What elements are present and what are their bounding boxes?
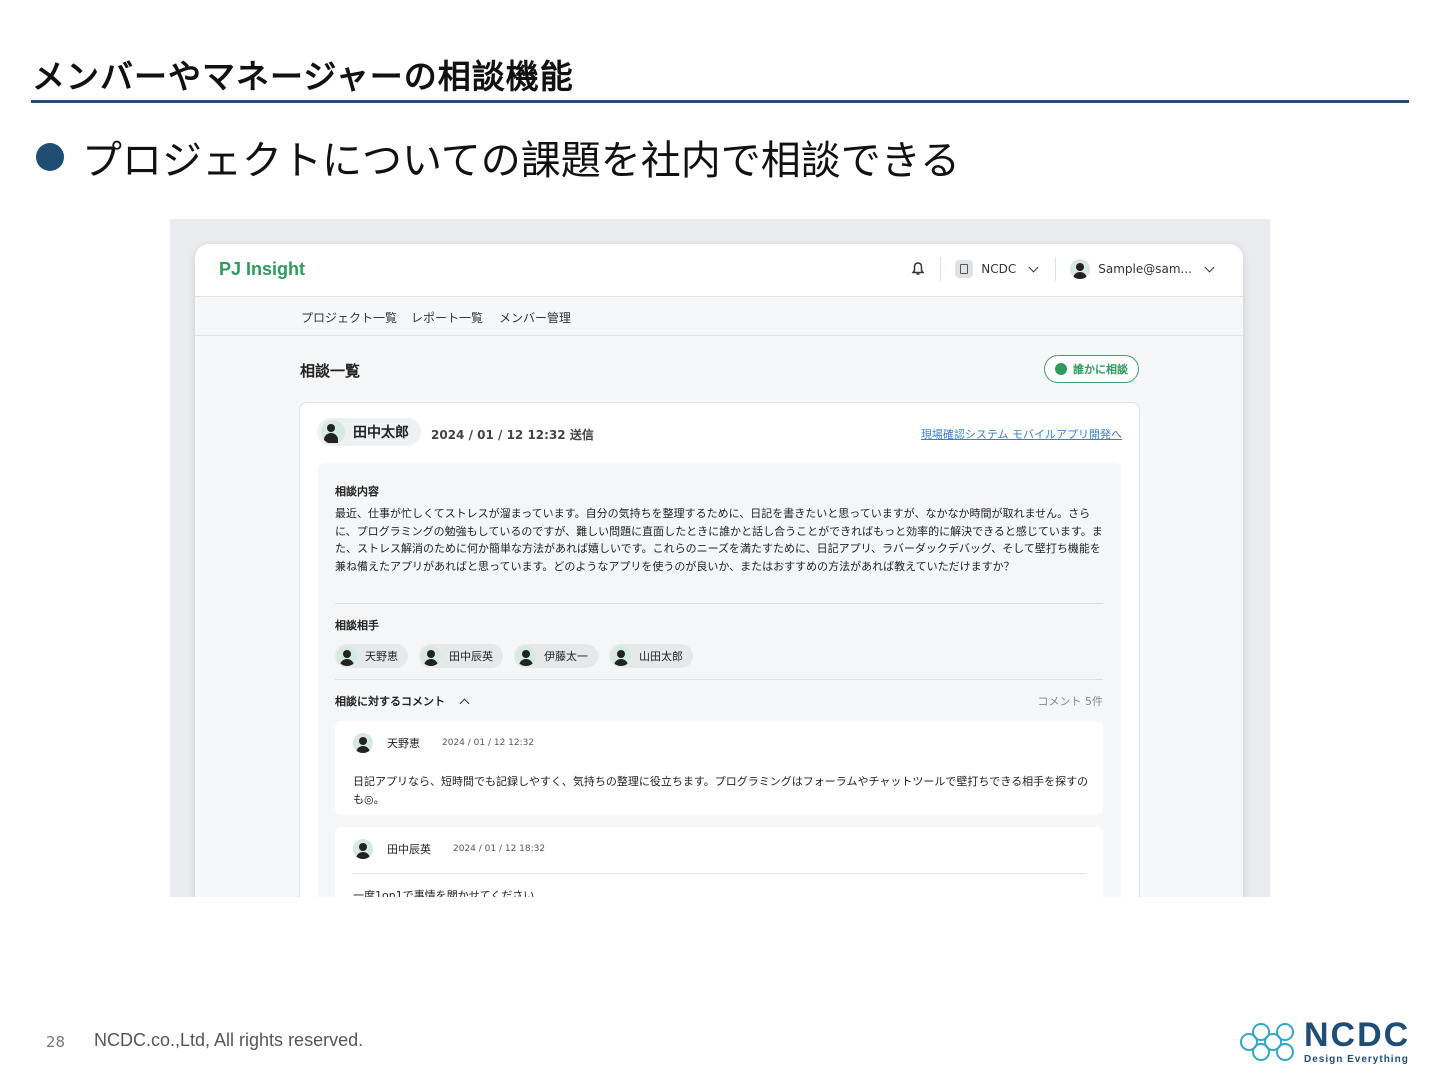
- comment-date: 2024 / 01 / 12 18:32: [453, 844, 546, 854]
- comment-item: 天野恵 2024 / 01 / 12 12:32 日記アプリなら、短時間でも記録…: [335, 721, 1103, 815]
- app-header: PJ Insight NCDC Sample@sam...: [195, 244, 1243, 297]
- page-number: 28: [46, 1033, 66, 1051]
- user-chevron-down-icon[interactable]: [1204, 262, 1215, 272]
- partner-chip[interactable]: 田中辰英: [419, 644, 503, 668]
- header-divider: [940, 257, 942, 281]
- brand-name: NCDC: [1304, 1016, 1411, 1054]
- sub-navigation: プロジェクト一覧 レポート一覧 メンバー管理: [195, 297, 1243, 336]
- app-window: PJ Insight NCDC Sample@sam... プロジェクト一覧 レ…: [195, 244, 1243, 897]
- consult-someone-button[interactable]: 誰かに相談: [1044, 355, 1139, 383]
- avatar: [353, 733, 373, 753]
- avatar: [337, 646, 357, 666]
- ncdc-logo-icon: [1238, 1021, 1296, 1063]
- bullet-line: プロジェクトについての課題を社内で相談できる: [36, 128, 960, 186]
- nav-item-members[interactable]: メンバー管理: [499, 309, 571, 326]
- author-chip: 田中太郎: [317, 418, 421, 446]
- comment-text: 一度1on1で事情を聞かせてください: [353, 889, 535, 897]
- bullet-text: プロジェクトについての課題を社内で相談できる: [82, 138, 960, 184]
- partner-name: 田中辰英: [449, 650, 493, 663]
- content-label: 相談内容: [335, 485, 379, 498]
- partner-chip[interactable]: 山田太郎: [609, 644, 693, 668]
- comment-text: 日記アプリなら、短時間でも記録しやすく、気持ちの整理に役立ちます。プログラミング…: [353, 775, 1089, 806]
- consultation-card: 田中太郎 2024 / 01 / 12 12:32 送信 現場確認システム モバ…: [299, 402, 1140, 897]
- org-name[interactable]: NCDC: [981, 262, 1016, 276]
- header-actions: NCDC Sample@sam...: [910, 257, 1217, 281]
- user-email[interactable]: Sample@sam...: [1098, 262, 1192, 276]
- avatar: [421, 646, 441, 666]
- author-name: 田中太郎: [353, 425, 409, 441]
- user-avatar: [1070, 259, 1091, 279]
- header-divider: [1055, 257, 1057, 281]
- app-logo[interactable]: PJ Insight: [219, 259, 305, 280]
- project-link[interactable]: 現場確認システム モバイルアプリ開発へ: [921, 426, 1122, 442]
- comments-toggle[interactable]: 相談に対するコメント: [335, 693, 470, 709]
- nav-item-reports[interactable]: レポート一覧: [411, 309, 483, 326]
- person-voice-icon: [1055, 363, 1067, 375]
- sent-timestamp: 2024 / 01 / 12 12:32 送信: [431, 428, 594, 442]
- partner-chip[interactable]: 伊藤太一: [514, 644, 598, 668]
- nav-item-projects[interactable]: プロジェクト一覧: [301, 309, 397, 326]
- divider: [335, 679, 1103, 680]
- consultation-body: 相談内容 最近、仕事が忙しくてストレスが溜まっています。自分の気持ちを整理するた…: [318, 463, 1121, 897]
- building-icon: [955, 260, 974, 278]
- comment-count: コメント 5件: [1037, 695, 1104, 708]
- comment-header: 天野恵 2024 / 01 / 12 12:32: [353, 733, 534, 753]
- page-title: 相談一覧: [300, 362, 361, 380]
- divider: [335, 603, 1103, 604]
- avatar: [353, 839, 373, 859]
- partner-name: 伊藤太一: [544, 650, 588, 663]
- copyright: NCDC.co.,Ltd, All rights reserved.: [94, 1030, 364, 1050]
- bell-icon[interactable]: [910, 261, 926, 277]
- comment-author: 天野恵: [387, 737, 420, 750]
- brand-logo: NCDC Design Everything: [1238, 1018, 1410, 1065]
- comment-date: 2024 / 01 / 12 12:32: [442, 738, 535, 748]
- chevron-up-icon[interactable]: [459, 698, 470, 708]
- avatar: [516, 646, 536, 666]
- comment-item: 田中辰英 2024 / 01 / 12 18:32 一度1on1で事情を聞かせて…: [335, 827, 1103, 897]
- slide-title: メンバーやマネージャーの相談機能: [32, 57, 574, 96]
- comment-divider: [352, 873, 1086, 874]
- avatar: [321, 420, 345, 444]
- brand-tagline: Design Everything: [1304, 1054, 1409, 1065]
- consult-button-label: 誰かに相談: [1073, 363, 1128, 376]
- partner-name: 天野恵: [365, 650, 398, 663]
- comments-label: 相談に対するコメント: [335, 695, 445, 708]
- partner-chip[interactable]: 天野恵: [335, 644, 408, 668]
- app-screenshot: PJ Insight NCDC Sample@sam... プロジェクト一覧 レ…: [170, 219, 1270, 897]
- bullet-dot-icon: [36, 143, 64, 171]
- partner-list: 天野恵 田中辰英 伊藤太一 山田太郎: [335, 644, 704, 668]
- comment-header: 田中辰英 2024 / 01 / 12 18:32: [353, 839, 545, 859]
- content-text: 最近、仕事が忙しくてストレスが溜まっています。自分の気持ちを整理するために、日記…: [335, 507, 1103, 573]
- comment-author: 田中辰英: [387, 843, 431, 856]
- title-rule: [31, 100, 1409, 103]
- org-chevron-down-icon[interactable]: [1028, 262, 1039, 272]
- partner-name: 山田太郎: [639, 650, 683, 663]
- avatar: [611, 646, 631, 666]
- partners-label: 相談相手: [335, 619, 379, 632]
